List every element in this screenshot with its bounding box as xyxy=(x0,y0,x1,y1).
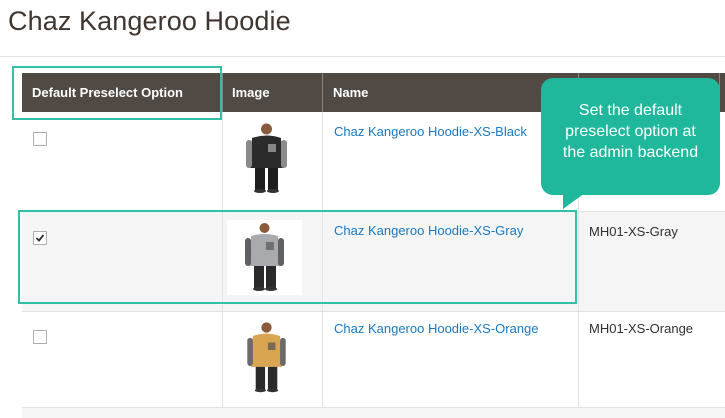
row-highlight-box xyxy=(18,210,577,304)
black-hoodie-image xyxy=(246,123,287,193)
page-title: Chaz Kangeroo Hoodie xyxy=(8,6,291,36)
header-highlight-box xyxy=(12,66,222,120)
orange-hoodie-image xyxy=(247,322,286,393)
title-separator xyxy=(0,56,725,57)
column-header-image[interactable]: Image xyxy=(222,73,328,112)
callout-line: Set the default xyxy=(578,102,683,119)
callout-bubble: Set the default preselect option at the … xyxy=(541,78,720,195)
callout-line: the admin backend xyxy=(562,144,699,161)
product-name-link[interactable]: Chaz Kangeroo Hoodie-XS-Orange xyxy=(334,321,539,336)
preselect-checkbox[interactable] xyxy=(33,132,47,146)
table-row: Chaz Kangeroo Hoodie-XS-Orange MH01-XS-O… xyxy=(22,312,725,408)
product-sku: MH01-XS-Orange xyxy=(589,321,694,336)
table-row-partial xyxy=(22,408,725,418)
product-name-link[interactable]: Chaz Kangeroo Hoodie-XS-Black xyxy=(334,124,527,139)
callout-tail xyxy=(563,193,585,209)
product-sku: MH01-XS-Gray xyxy=(589,224,678,239)
preselect-checkbox[interactable] xyxy=(33,330,47,344)
callout-line: preselect option at xyxy=(565,123,696,140)
